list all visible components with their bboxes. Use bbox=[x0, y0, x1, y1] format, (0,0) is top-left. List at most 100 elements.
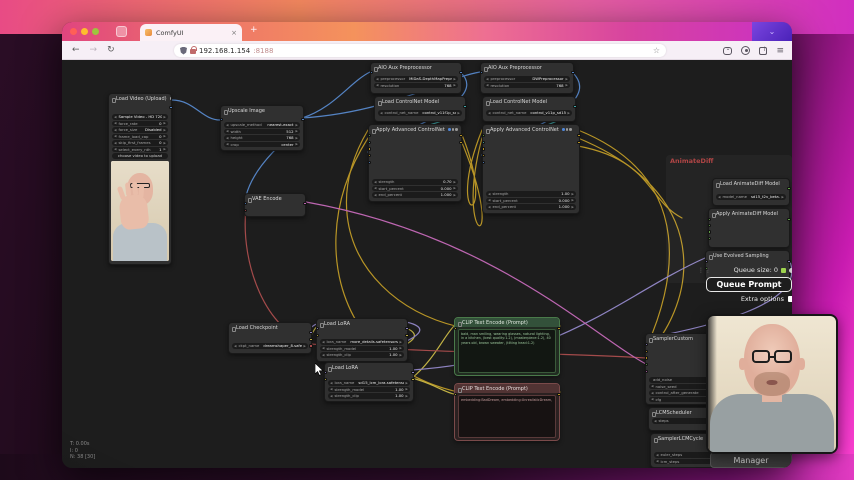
webcam-overlay[interactable] bbox=[706, 314, 838, 454]
stepper-right-icon[interactable]: ▶ bbox=[400, 340, 402, 344]
stepper-left-icon[interactable]: ◀ bbox=[488, 111, 490, 115]
manager-button[interactable]: Manager bbox=[710, 452, 792, 468]
widget-strength[interactable]: ◀strength1.00▶ bbox=[486, 191, 576, 197]
node-apply-advanced-controlnet-left[interactable]: Apply Advanced ControlNet ◀strength0.70▶… bbox=[368, 124, 462, 202]
widget-resolution[interactable]: ◀resolution768▶ bbox=[374, 83, 458, 89]
stepper-left-icon[interactable]: ◀ bbox=[488, 198, 490, 202]
output-port[interactable] bbox=[787, 187, 790, 190]
node-vae-encode[interactable]: VAE Encode bbox=[244, 193, 306, 217]
node-load-checkpoint[interactable]: Load Checkpoint ◀ckpt_namedreamshaper_8.… bbox=[228, 322, 312, 354]
tab-close-icon[interactable]: × bbox=[231, 29, 237, 37]
stepper-left-icon[interactable]: ◀ bbox=[374, 193, 376, 197]
stepper-left-icon[interactable]: ◀ bbox=[376, 83, 378, 87]
stepper-left-icon[interactable]: ◀ bbox=[114, 134, 116, 138]
node-load-lora-2[interactable]: Load LoRA ◀lora_namesd15_lcm_lora.safete… bbox=[324, 362, 414, 402]
node-apply-animatediff-model[interactable]: Apply AnimateDiff Model bbox=[708, 208, 790, 248]
stepper-left-icon[interactable]: ◀ bbox=[654, 419, 656, 423]
widget-end-percent[interactable]: ◀end_percent1.000▶ bbox=[486, 204, 576, 210]
node-title[interactable]: Load AnimateDiff Model bbox=[713, 179, 789, 188]
input-port[interactable] bbox=[220, 118, 223, 121]
account-icon[interactable] bbox=[741, 46, 750, 55]
pocket-icon[interactable] bbox=[723, 47, 732, 55]
input-port[interactable] bbox=[708, 237, 711, 240]
output-port[interactable] bbox=[787, 260, 790, 263]
node-load-animatediff-model[interactable]: Load AnimateDiff Model ◀model_namesd15_t… bbox=[712, 178, 790, 206]
widget-height[interactable]: ◀height768▶ bbox=[224, 135, 300, 141]
stepper-left-icon[interactable]: ◀ bbox=[718, 195, 720, 199]
shield-icon[interactable] bbox=[180, 47, 187, 55]
insecure-lock-icon[interactable] bbox=[190, 49, 196, 54]
stepper-right-icon[interactable]: ▶ bbox=[164, 115, 166, 119]
widget-preprocessor[interactable]: ◀preprocessorDWPreprocessor▶ bbox=[484, 76, 570, 82]
queue-prompt-button[interactable]: Queue Prompt bbox=[706, 277, 792, 292]
widget-force-size[interactable]: ◀force_sizeDisabled▶ bbox=[112, 127, 168, 133]
input-port[interactable] bbox=[708, 230, 711, 233]
stepper-left-icon[interactable]: ◀ bbox=[656, 459, 658, 463]
widget-start-percent[interactable]: ◀start_percent0.000▶ bbox=[372, 186, 458, 192]
menu-icon[interactable]: ≡ bbox=[776, 46, 784, 56]
input-port[interactable] bbox=[368, 147, 371, 150]
tab-comfyui[interactable]: ComfyUI × bbox=[140, 24, 242, 41]
stepper-left-icon[interactable]: ◀ bbox=[651, 391, 653, 395]
widget-strength-model[interactable]: ◀strength_model1.00▶ bbox=[320, 346, 404, 352]
widget-video-file[interactable]: ◀Sample Video - HD 720p.mp4▶ bbox=[112, 114, 168, 120]
node-upscale-image[interactable]: Upscale Image ◀upscale_methodnearest-exa… bbox=[220, 105, 304, 151]
stepper-left-icon[interactable]: ◀ bbox=[234, 344, 236, 348]
stepper-left-icon[interactable]: ◀ bbox=[114, 147, 116, 151]
widget-frame-load-cap[interactable]: ◀frame_load_cap0▶ bbox=[112, 134, 168, 140]
node-clip-text-encode-positive[interactable]: CLIP Text Encode (Prompt) bald, man smil… bbox=[454, 317, 560, 376]
stepper-left-icon[interactable]: ◀ bbox=[114, 141, 116, 145]
output-port[interactable] bbox=[573, 105, 576, 108]
output-port[interactable] bbox=[571, 71, 574, 74]
widget-strength[interactable]: ◀strength0.70▶ bbox=[372, 179, 458, 185]
widget-select-every-nth[interactable]: ◀select_every_nth1▶ bbox=[112, 147, 168, 153]
widget-controlnet-name[interactable]: ◀control_net_namecontrol_v11p_sd15_openp… bbox=[486, 110, 572, 116]
stepper-left-icon[interactable]: ◀ bbox=[322, 346, 324, 350]
widget-strength-clip[interactable]: ◀strength_clip1.00▶ bbox=[328, 393, 410, 399]
stepper-left-icon[interactable]: ◀ bbox=[656, 453, 658, 457]
input-port[interactable] bbox=[454, 327, 457, 330]
url-input[interactable]: 192.168.1.154 :8188 ☆ bbox=[174, 44, 666, 57]
input-port[interactable] bbox=[645, 350, 648, 353]
stepper-left-icon[interactable]: ◀ bbox=[226, 129, 228, 133]
node-load-controlnet-depth[interactable]: Load ControlNet Model ◀control_net_namec… bbox=[374, 96, 466, 122]
input-port[interactable] bbox=[316, 327, 319, 330]
input-port[interactable] bbox=[482, 134, 485, 137]
input-port[interactable] bbox=[482, 141, 485, 144]
extension-icon[interactable] bbox=[116, 26, 127, 37]
stepper-left-icon[interactable]: ◀ bbox=[374, 186, 376, 190]
stepper-left-icon[interactable]: ◀ bbox=[114, 115, 116, 119]
output-port[interactable] bbox=[309, 331, 312, 334]
output-port[interactable] bbox=[405, 327, 408, 330]
widget-strength-clip[interactable]: ◀strength_clip1.00▶ bbox=[320, 352, 404, 358]
output-port[interactable] bbox=[557, 393, 560, 396]
node-title[interactable]: Apply Advanced ControlNet bbox=[483, 125, 579, 134]
widget-preprocessor[interactable]: ◀preprocessorMiDaS-DepthMapPreprocessor▶ bbox=[374, 76, 458, 82]
node-title[interactable]: Upscale Image bbox=[221, 106, 303, 115]
input-port[interactable] bbox=[645, 370, 648, 373]
input-port[interactable] bbox=[708, 224, 711, 227]
widget-end-percent[interactable]: ◀end_percent1.000▶ bbox=[372, 192, 458, 198]
widget-crop[interactable]: ◀cropcenter▶ bbox=[224, 142, 300, 148]
stepper-right-icon[interactable]: ▶ bbox=[406, 394, 408, 398]
stepper-right-icon[interactable]: ▶ bbox=[296, 129, 298, 133]
widget-force-rate[interactable]: ◀force_rate0▶ bbox=[112, 121, 168, 127]
stepper-right-icon[interactable]: ▶ bbox=[406, 381, 408, 385]
output-port[interactable] bbox=[309, 338, 312, 341]
stepper-left-icon[interactable]: ◀ bbox=[488, 192, 490, 196]
forward-button[interactable]: → bbox=[90, 45, 98, 55]
stepper-right-icon[interactable]: ▶ bbox=[406, 387, 408, 391]
comfyui-canvas[interactable]: AnimateDiff Load Video (Upload) ◀Sample … bbox=[62, 60, 792, 468]
node-title[interactable]: AIO Aux Preprocessor bbox=[481, 63, 573, 72]
stepper-left-icon[interactable]: ◀ bbox=[226, 142, 228, 146]
stepper-right-icon[interactable]: ▶ bbox=[458, 111, 460, 115]
node-title[interactable]: CLIP Text Encode (Prompt) bbox=[455, 318, 559, 327]
stepper-right-icon[interactable]: ▶ bbox=[304, 344, 306, 348]
output-port[interactable] bbox=[411, 371, 414, 374]
drag-handle-icon[interactable]: ⋮⋮ bbox=[698, 267, 712, 274]
node-title[interactable]: Load ControlNet Model bbox=[483, 97, 575, 106]
node-title[interactable]: Apply Advanced ControlNet bbox=[369, 125, 461, 134]
prompt-textarea[interactable]: bald, man smiling, wearing glasses, natu… bbox=[458, 329, 556, 373]
stepper-left-icon[interactable]: ◀ bbox=[226, 136, 228, 140]
input-port[interactable] bbox=[645, 343, 648, 346]
